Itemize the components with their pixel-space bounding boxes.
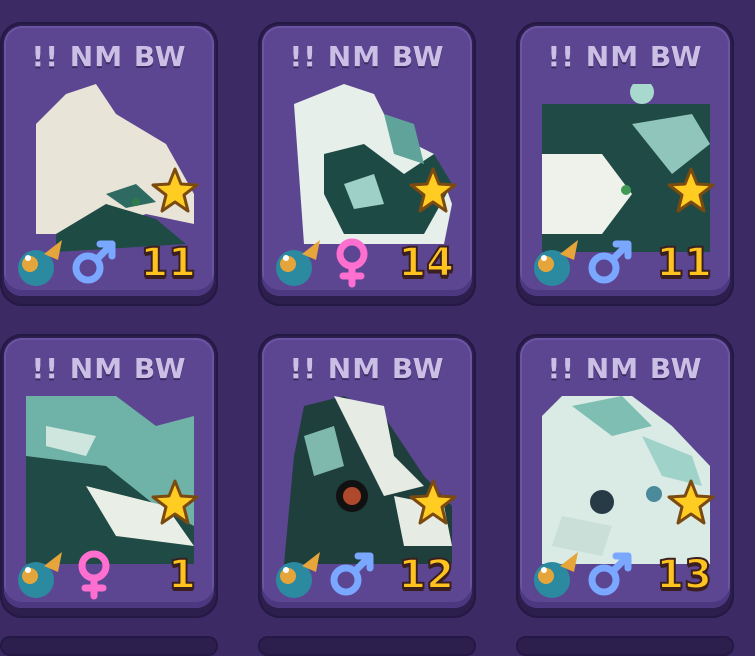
pet-name: !! NM BW [547, 352, 703, 385]
female-gender-icon [78, 550, 110, 600]
pet-card-partial[interactable] [516, 636, 734, 656]
star-icon [151, 167, 199, 213]
pet-card-body: !! NM BW 11 [4, 26, 214, 296]
pet-card[interactable]: !! NM BW 11 [516, 22, 734, 306]
pet-inventory-grid: !! NM BW 11 !! NM BW 14 !! NM BW 11 !! N… [0, 0, 755, 656]
pet-card[interactable]: !! NM BW 1 [0, 334, 218, 618]
star-icon [409, 167, 457, 213]
male-gender-icon [588, 552, 632, 596]
pet-level: 14 [397, 239, 455, 287]
male-gender-icon [330, 552, 374, 596]
male-gender-icon [72, 240, 116, 284]
pet-card-body: !! NM BW [262, 338, 472, 608]
dragon-icon [534, 240, 578, 286]
pet-card-body: !! NM BW 11 [520, 26, 730, 296]
male-gender-icon [588, 240, 632, 284]
pet-card-partial[interactable] [0, 636, 218, 656]
pet-name: !! NM BW [547, 40, 703, 73]
pet-card-body: !! NM BW 14 [262, 26, 472, 296]
pet-level: 13 [655, 551, 713, 599]
dragon-icon [276, 240, 320, 286]
pet-card[interactable]: !! NM BW 14 [258, 22, 476, 306]
female-gender-icon [336, 238, 368, 288]
dragon-icon [276, 552, 320, 598]
pet-name: !! NM BW [31, 40, 187, 73]
pet-level: 12 [397, 551, 455, 599]
dragon-icon [18, 552, 62, 598]
pet-card[interactable]: !! NM BW 11 [0, 22, 218, 306]
dragon-icon [18, 240, 62, 286]
pet-name: !! NM BW [289, 40, 445, 73]
star-icon [667, 479, 715, 525]
dragon-icon [534, 552, 578, 598]
star-icon [667, 167, 715, 213]
pet-name: !! NM BW [289, 352, 445, 385]
pet-level: 11 [139, 239, 197, 287]
pet-card-body: !! NM BW 1 [4, 338, 214, 608]
pet-level: 1 [167, 551, 197, 599]
pet-name: !! NM BW [31, 352, 187, 385]
pet-card[interactable]: !! NM BW [258, 334, 476, 618]
pet-level: 11 [655, 239, 713, 287]
star-icon [151, 479, 199, 525]
star-icon [409, 479, 457, 525]
pet-card-body: !! NM BW [520, 338, 730, 608]
pet-card[interactable]: !! NM BW [516, 334, 734, 618]
pet-card-partial[interactable] [258, 636, 476, 656]
